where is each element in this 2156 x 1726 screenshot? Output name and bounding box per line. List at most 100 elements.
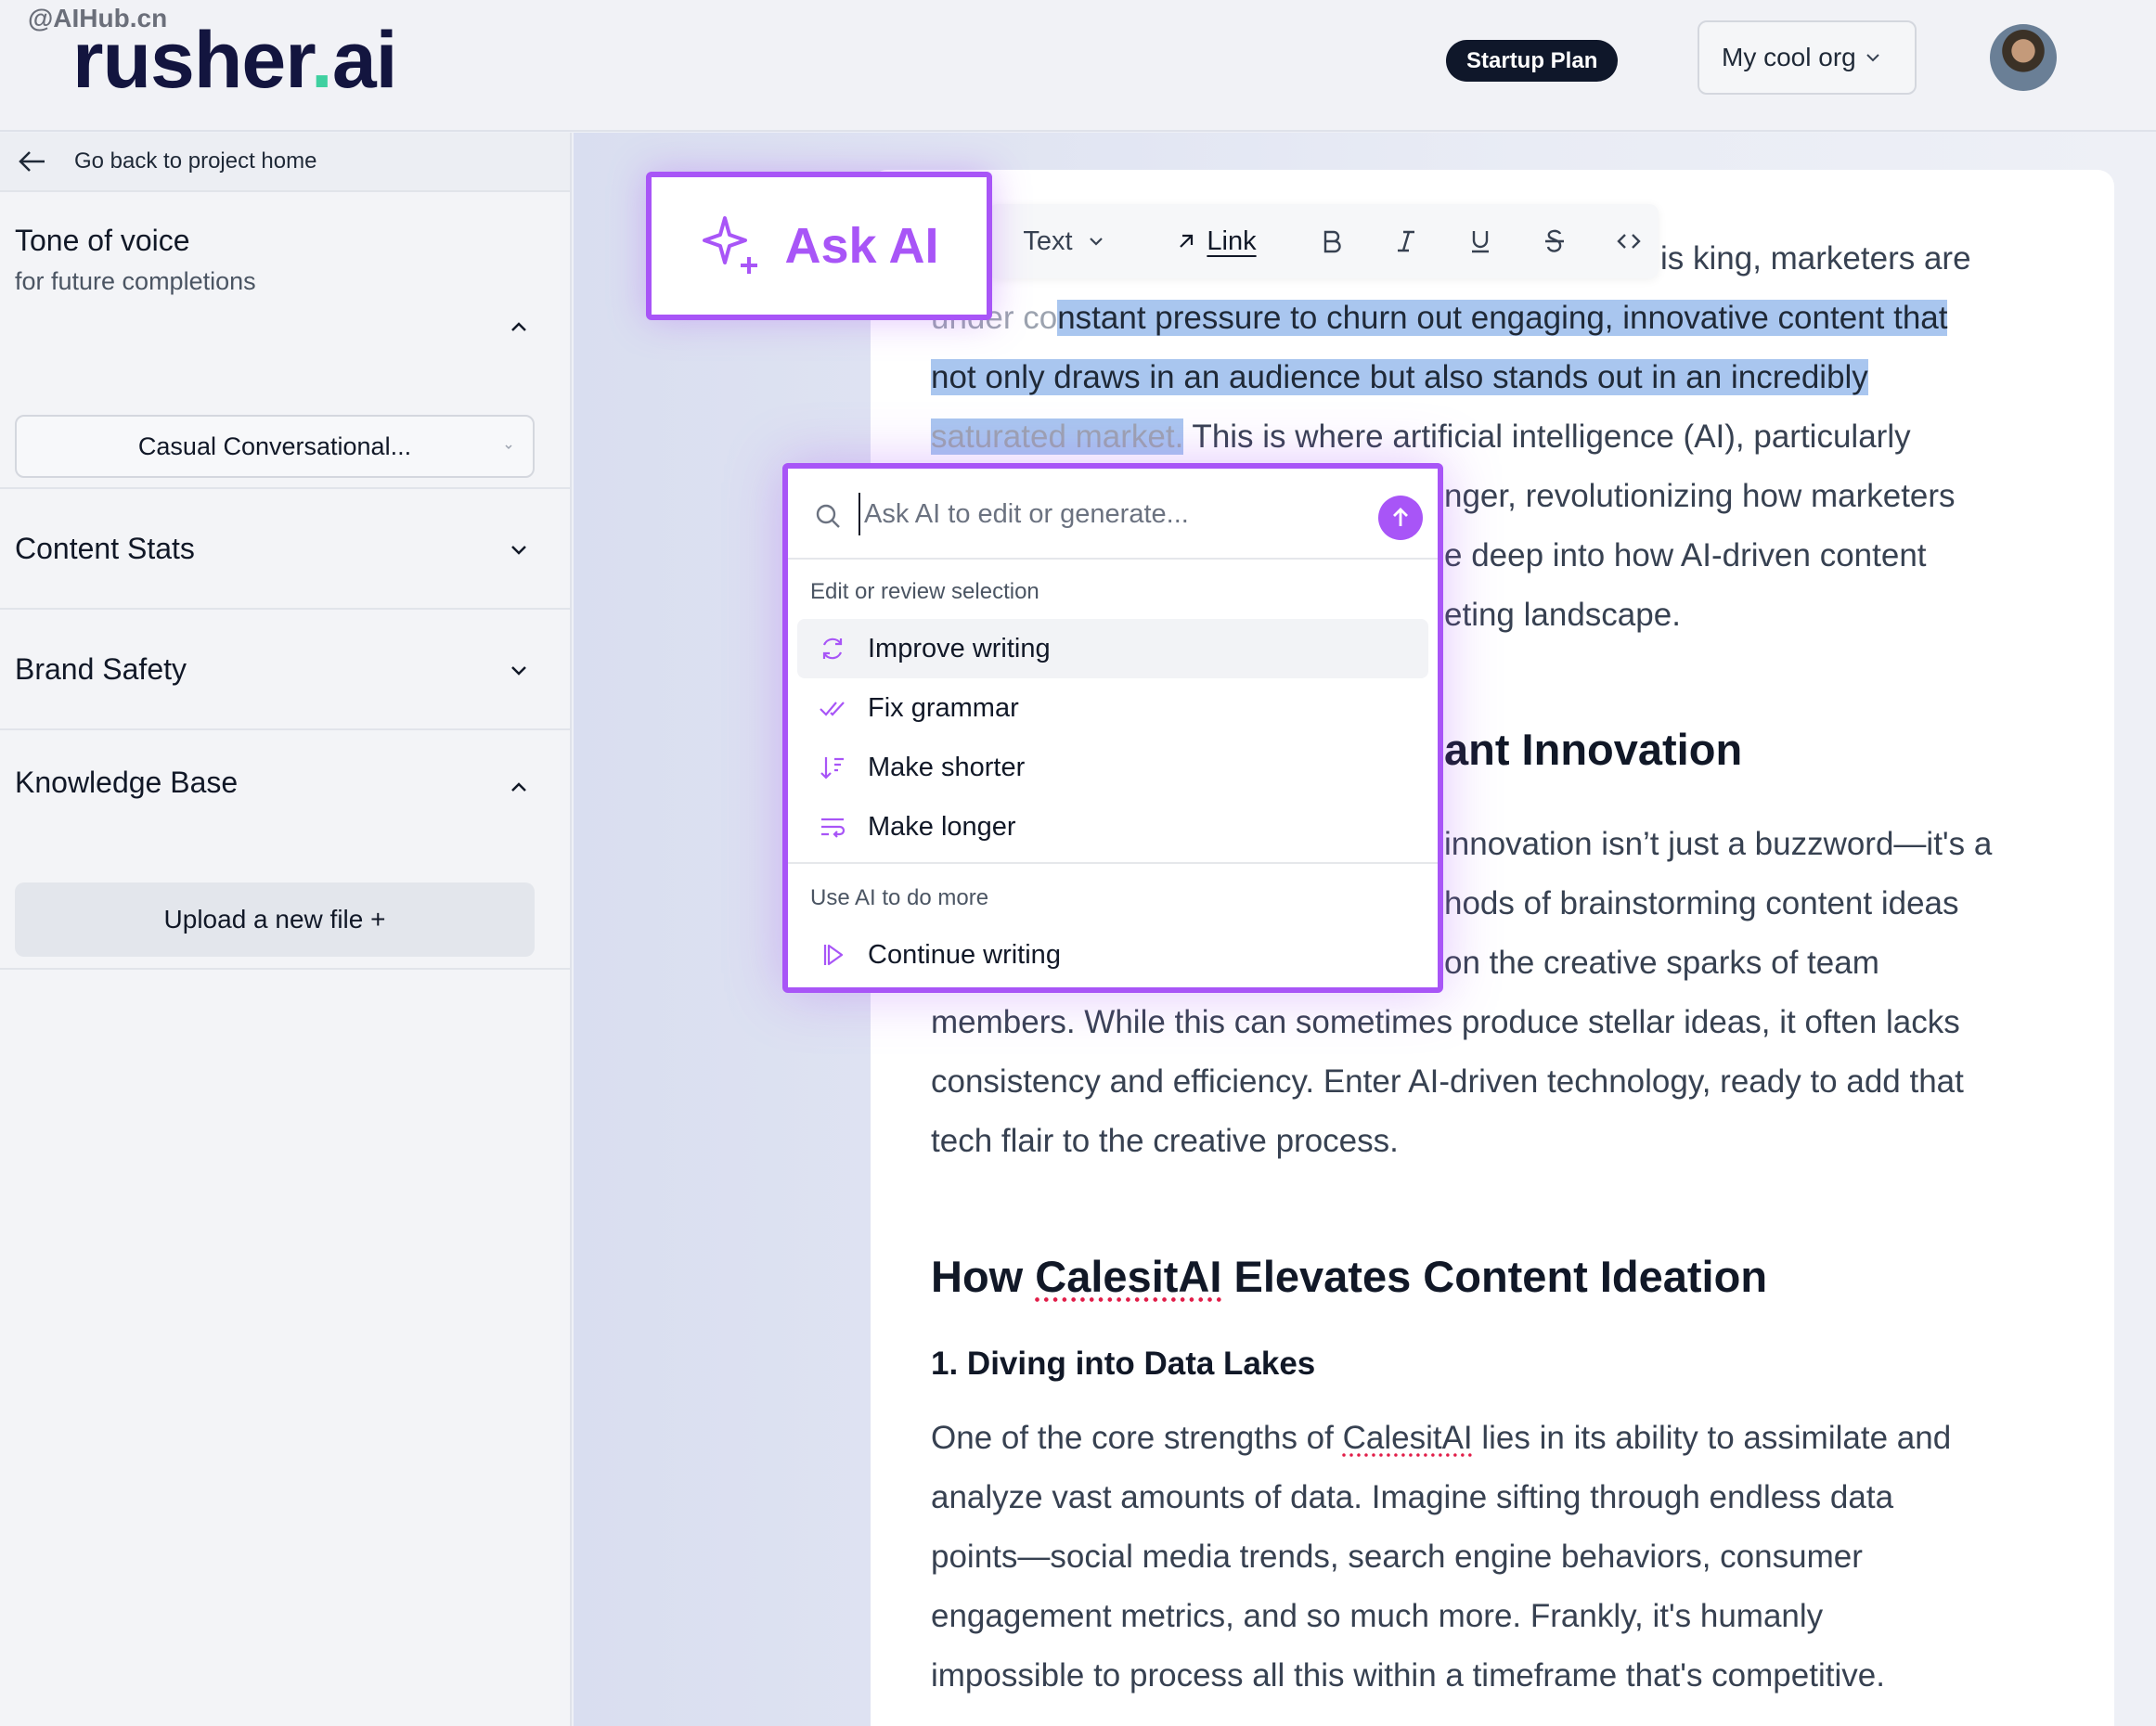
heading-part: Elevates Content Ideation (1221, 1252, 1768, 1301)
app-header: @AIHub.cn rusher.ai Startup Plan My cool… (0, 0, 2156, 132)
heading-part: How (931, 1252, 1036, 1301)
strikethrough-icon (1545, 229, 1564, 252)
doc-line: points—social media trends, search engin… (931, 1539, 1863, 1575)
upload-file-button[interactable]: Upload a new file + (15, 882, 535, 957)
selected-text: saturated market. (931, 419, 1184, 455)
doc-line: consistency and efficiency. Enter AI-dri… (931, 1063, 1964, 1100)
org-selector[interactable]: My cool org (1698, 20, 1917, 95)
chevron-up-icon[interactable] (507, 315, 531, 339)
tone-of-voice-section: Tone of voice for future completions Cas… (0, 192, 570, 489)
doc-line: is king, marketers are (1660, 240, 1971, 277)
menu-item-improve-writing[interactable]: Improve writing (797, 619, 1428, 678)
doc-text-span: lies in its ability to assimilate and (1472, 1420, 1952, 1456)
text-wrap-icon (821, 818, 846, 838)
doc-subheading: 1. Diving into Data Lakes (931, 1346, 1316, 1382)
doc-line: saturated market. This is where artifici… (931, 407, 2082, 467)
menu-item-label: Improve writing (868, 633, 1051, 663)
menu-group-label: Use AI to do more (810, 885, 989, 910)
logo-main: rusher (72, 16, 312, 105)
content-stats-title: Content Stats (15, 531, 195, 565)
doc-line: e deep into how AI-driven content (1444, 537, 1927, 573)
bold-button[interactable] (1304, 204, 1360, 278)
back-to-project-link[interactable]: Go back to project home (0, 133, 570, 192)
spellcheck-word[interactable]: CalesitAI (1035, 1252, 1221, 1301)
text-style-dropdown[interactable]: Text (1009, 204, 1120, 278)
logo-suffix: ai (331, 16, 398, 105)
tone-select-value: Casual Conversational... (137, 432, 412, 460)
search-icon (816, 504, 840, 528)
doc-line: on the creative sparks of team (1444, 945, 1879, 981)
selected-text: nstant pressure to churn out engaging, i… (1057, 300, 1948, 336)
menu-item-make-shorter[interactable]: Make shorter (797, 738, 1428, 797)
ask-ai-label: Ask AI (784, 218, 939, 274)
brand-safety-section[interactable]: Brand Safety (0, 610, 570, 730)
arrow-up-icon (1393, 508, 1408, 526)
doc-line: nger, revolutionizing how marketers (1444, 478, 1956, 514)
link-button[interactable]: Link (1165, 204, 1267, 278)
arrow-left-icon (19, 151, 45, 172)
back-link-label: Go back to project home (74, 148, 317, 174)
sparkles-icon (703, 216, 758, 274)
tone-title: Tone of voice (15, 224, 190, 257)
knowledge-base-title: Knowledge Base (15, 766, 239, 799)
format-toolbar: Text Link (988, 204, 1659, 278)
doc-text-span: This is where artificial intelligence (A… (1183, 419, 1911, 455)
doc-line: members. While this can sometimes produc… (931, 1004, 1960, 1040)
doc-line: under constant pressure to churn out eng… (931, 289, 2082, 348)
tone-select[interactable]: Casual Conversational... (15, 415, 535, 478)
underline-icon (1472, 231, 1489, 253)
menu-item-label: Make shorter (868, 752, 1026, 782)
link-label: Link (1207, 225, 1257, 256)
org-selector-label: My cool org (1722, 43, 1856, 71)
chevron-down-icon (1089, 238, 1103, 246)
doc-heading: ant Innovation (1444, 725, 1743, 774)
doc-line: One of the core strengths of CalesitAI l… (931, 1409, 2082, 1468)
doc-line: tech flair to the creative process. (931, 1123, 1399, 1159)
content-stats-section[interactable]: Content Stats (0, 489, 570, 610)
underline-button[interactable] (1452, 204, 1508, 278)
sidebar: Go back to project home Tone of voice fo… (0, 133, 572, 1726)
doc-line: analyze vast amounts of data. Imagine si… (931, 1479, 1894, 1515)
doc-text-span: One of the core strengths of (931, 1420, 1343, 1456)
code-icon (1617, 234, 1641, 249)
user-avatar[interactable] (1990, 24, 2057, 91)
plan-badge[interactable]: Startup Plan (1446, 40, 1619, 82)
knowledge-base-section: Knowledge Base Upload a new file + (0, 730, 570, 970)
menu-divider (788, 862, 1438, 864)
text-style-label: Text (1023, 225, 1073, 256)
chevron-down-icon (1866, 54, 1879, 62)
menu-item-label: Make longer (868, 811, 1016, 842)
ai-command-menu: Edit or review selection Improve writing… (782, 463, 1443, 993)
ai-prompt-input[interactable] (859, 493, 1323, 535)
logo-dot: . (310, 16, 333, 105)
italic-button[interactable] (1378, 204, 1434, 278)
doc-line: innovation isn’t just a buzzword—it's a (1444, 826, 1993, 862)
refresh-sparkle-icon (822, 638, 843, 660)
chevron-down-icon[interactable] (507, 537, 531, 561)
play-forward-icon (823, 944, 844, 966)
menu-item-make-longer[interactable]: Make longer (797, 797, 1428, 857)
send-prompt-button[interactable] (1378, 496, 1423, 540)
spellcheck-word[interactable]: CalesitAI (1343, 1420, 1473, 1456)
menu-item-label: Fix grammar (868, 692, 1019, 723)
ask-ai-button[interactable]: Ask AI (646, 172, 992, 320)
rusher-logo[interactable]: rusher.ai (72, 20, 398, 100)
doc-line: engagement metrics, and so much more. Fr… (931, 1598, 1824, 1634)
ai-prompt-bar (788, 469, 1438, 560)
italic-icon (1398, 230, 1414, 252)
doc-line: eting landscape. (1444, 597, 1681, 633)
doc-line: not only draws in an audience but also s… (931, 348, 2082, 407)
menu-item-fix-grammar[interactable]: Fix grammar (797, 678, 1428, 738)
sort-down-icon (820, 757, 844, 779)
menu-item-continue-writing[interactable]: Continue writing (797, 925, 1428, 985)
arrow-up-right-icon (1180, 234, 1194, 248)
bold-icon (1323, 230, 1341, 253)
strikethrough-button[interactable] (1527, 204, 1582, 278)
tone-subtitle: for future completions (15, 267, 256, 295)
menu-item-label: Continue writing (868, 939, 1061, 970)
chevron-up-icon[interactable] (507, 775, 531, 799)
code-button[interactable] (1601, 204, 1657, 278)
double-check-icon (820, 702, 845, 716)
chevron-down-icon[interactable] (507, 658, 531, 682)
menu-group-label: Edit or review selection (810, 579, 1039, 604)
